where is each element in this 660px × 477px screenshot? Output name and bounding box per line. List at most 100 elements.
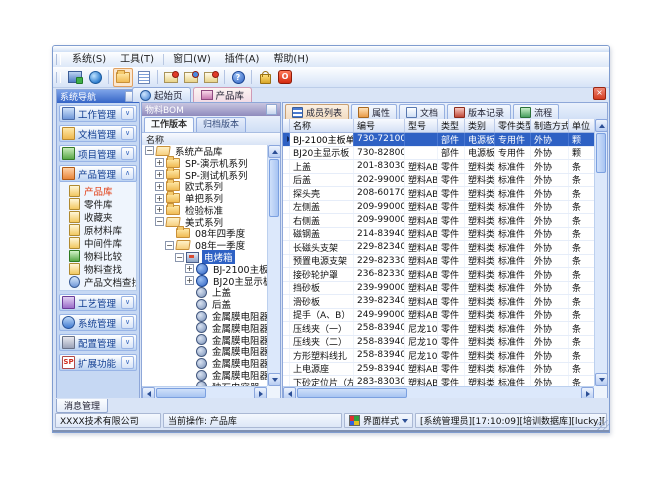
table-row[interactable]: 方形塑料线扎258-839403-00X尼龙1010零件塑料类标准件外协条 <box>283 349 594 363</box>
member-tab-1[interactable]: 属性 <box>351 104 397 119</box>
column-header-1[interactable]: 编号 <box>354 119 405 132</box>
mail-delete-button[interactable] <box>202 69 220 86</box>
member-tab-3[interactable]: 版本记录 <box>447 104 511 119</box>
menu-item[interactable]: 系统(S) <box>65 53 113 67</box>
computer-button[interactable] <box>66 69 84 86</box>
sidebar-item[interactable]: 物料比较 <box>60 249 136 262</box>
table-row[interactable]: 后盖202-990002-01X塑料ABS零件塑料类标准件外协条 <box>283 174 594 188</box>
version-tab-1[interactable]: 归档版本 <box>196 117 246 132</box>
chevron-down-icon[interactable]: ∨ <box>121 107 134 120</box>
chevron-down-icon[interactable]: ∨ <box>121 127 134 140</box>
sidebar-group-7[interactable]: SP扩展功能∨ <box>59 354 137 371</box>
table-row[interactable]: 上盖201-830302-00X塑料ABS零件塑料类标准件外协条 <box>283 160 594 174</box>
version-tab-0[interactable]: 工作版本 <box>144 117 194 132</box>
scrollbar-thumb[interactable] <box>297 388 407 398</box>
member-tab-4[interactable]: 流程 <box>513 104 559 119</box>
expand-icon[interactable]: + <box>185 264 194 273</box>
pin-icon[interactable] <box>266 104 277 115</box>
table-row[interactable]: 长磁头支架229-823401-00X塑料ABS零件塑料类标准件外协条 <box>283 241 594 255</box>
sidebar-item[interactable]: 零件库 <box>60 197 136 210</box>
lock-button[interactable] <box>256 69 274 86</box>
table-row[interactable]: 预置电源支架229-823302-00X塑料ABS零件塑料类标准件外协条 <box>283 255 594 269</box>
menu-item[interactable]: 工具(T) <box>113 53 161 67</box>
doc-tab-0[interactable]: 起始页 <box>132 87 191 102</box>
table-row[interactable]: 磁钢盖214-839404-01X塑料ABS零件塑料类标准件外协条 <box>283 228 594 242</box>
sidebar-item[interactable]: 中间件库 <box>60 236 136 249</box>
table-row[interactable]: 右侧盖209-990002-01X塑料ABS零件塑料类标准件外协条 <box>283 214 594 228</box>
expand-icon[interactable]: + <box>155 158 164 167</box>
collapse-icon[interactable]: − <box>155 217 164 226</box>
table-row[interactable]: BJ-2100主板单点730-721000-12X部件电源板专用件外协颗 <box>283 133 594 147</box>
table-row[interactable]: 上电源座259-839403-00X塑料ABS零件塑料类标准件外协条 <box>283 363 594 377</box>
sidebar-item[interactable]: 产品文档查找 <box>60 275 136 288</box>
folder-open-button[interactable] <box>113 68 133 87</box>
table-row[interactable]: 压线夹（二）258-839402-00X尼龙1010零件塑料类标准件外协条 <box>283 336 594 350</box>
member-tab-2[interactable]: 文档 <box>399 104 445 119</box>
power-button[interactable]: O <box>276 69 294 86</box>
sidebar-group-3[interactable]: 产品管理∧ <box>59 165 137 182</box>
member-tab-0[interactable]: 成员列表 <box>285 104 349 119</box>
sidebar-group-2[interactable]: 项目管理∨ <box>59 145 137 162</box>
sidebar-group-4[interactable]: 工艺管理∨ <box>59 294 137 311</box>
table-row[interactable]: BJ20主显示板730-828000-04X部件电源板专用件外协颗 <box>283 147 594 161</box>
column-header-0[interactable]: 名称 <box>290 119 354 132</box>
chevron-down-icon[interactable]: ∨ <box>121 296 134 309</box>
scroll-up-button[interactable] <box>268 145 281 158</box>
menu-grip-handle[interactable] <box>56 54 61 65</box>
column-header-4[interactable]: 类别 <box>465 119 495 132</box>
sidebar-group-1[interactable]: 文档管理∨ <box>59 125 137 142</box>
scrollbar-thumb[interactable] <box>596 133 606 173</box>
menu-item[interactable]: 帮助(H) <box>266 53 315 67</box>
collapse-icon[interactable]: − <box>175 253 184 262</box>
table-row[interactable]: 提手（A、B）249-990001-01X塑料ABS零件塑料类标准件外协条 <box>283 309 594 323</box>
ui-style-selector[interactable]: 界面样式 <box>344 413 413 428</box>
sidebar-item[interactable]: 原材料库 <box>60 223 136 236</box>
expand-icon[interactable]: + <box>155 170 164 179</box>
sidebar-item[interactable]: 物料查找 <box>60 262 136 275</box>
globe-button[interactable] <box>86 69 104 86</box>
doc-tab-1[interactable]: 产品库 <box>193 87 253 102</box>
expand-icon[interactable]: + <box>155 182 164 191</box>
table-row[interactable]: 压线夹（一）258-839401-00X尼龙1010零件塑料类标准件外协条 <box>283 322 594 336</box>
scroll-down-button[interactable] <box>595 373 608 386</box>
column-header-5[interactable]: 零件类型 <box>495 119 531 132</box>
message-panel-tab[interactable]: 消息管理 <box>56 399 108 413</box>
sidebar-item[interactable]: 产品库 <box>60 184 136 197</box>
chevron-up-icon[interactable]: ∧ <box>121 167 134 180</box>
table-row[interactable]: 左侧盖209-990001-01X塑料ABS零件塑料类标准件外协条 <box>283 201 594 215</box>
table-row[interactable]: 滑砂板239-823401-00X塑料ABS零件塑料类标准件外协条 <box>283 295 594 309</box>
scroll-up-button[interactable] <box>595 119 608 132</box>
mail-new-button[interactable] <box>162 69 180 86</box>
menu-item[interactable]: 窗口(W) <box>166 53 218 67</box>
table-row[interactable]: 接砂轮护罩236-823301-00X塑料ABS零件塑料类标准件外协条 <box>283 268 594 282</box>
chevron-down-icon[interactable]: ∨ <box>121 356 134 369</box>
mail-open-button[interactable] <box>182 69 200 86</box>
help-button[interactable]: ? <box>229 69 247 86</box>
column-header-7[interactable]: 单位 <box>569 119 594 132</box>
menu-item[interactable]: 插件(A) <box>218 53 267 67</box>
tree-node[interactable]: −上盖 <box>142 287 267 299</box>
chevron-down-icon[interactable]: ∨ <box>121 316 134 329</box>
chevron-down-icon[interactable]: ∨ <box>121 147 134 160</box>
sidebar-item[interactable]: 收藏夹 <box>60 210 136 223</box>
tree-vertical-scrollbar[interactable] <box>267 145 280 386</box>
expand-icon[interactable]: + <box>155 205 164 214</box>
tree-node[interactable]: +BJ20主显示板 <box>142 275 267 287</box>
collapse-icon[interactable]: − <box>145 146 154 155</box>
close-tab-button[interactable]: × <box>593 87 606 100</box>
table-row[interactable]: 挡砂板239-990001-01X塑料ABS零件塑料类标准件外协条 <box>283 282 594 296</box>
chevron-down-icon[interactable]: ∨ <box>121 336 134 349</box>
table-vertical-scrollbar[interactable] <box>594 119 607 386</box>
sidebar-group-0[interactable]: 工作管理∨ <box>59 105 137 122</box>
toolbar-grip-handle[interactable] <box>56 72 61 83</box>
table-row[interactable]: 下砂定位片（左）283-830301-00X塑料ABS零件塑料类标准件外协条 <box>283 376 594 386</box>
collapse-icon[interactable]: − <box>165 241 174 250</box>
report-button[interactable] <box>135 69 153 86</box>
sidebar-group-5[interactable]: 系统管理∨ <box>59 314 137 331</box>
scrollbar-thumb[interactable] <box>269 159 279 217</box>
column-header-3[interactable]: 类型 <box>438 119 465 132</box>
scrollbar-thumb[interactable] <box>156 388 206 398</box>
column-header-2[interactable]: 型号 <box>405 119 438 132</box>
expand-icon[interactable]: + <box>185 276 194 285</box>
sidebar-group-6[interactable]: 配置管理∨ <box>59 334 137 351</box>
